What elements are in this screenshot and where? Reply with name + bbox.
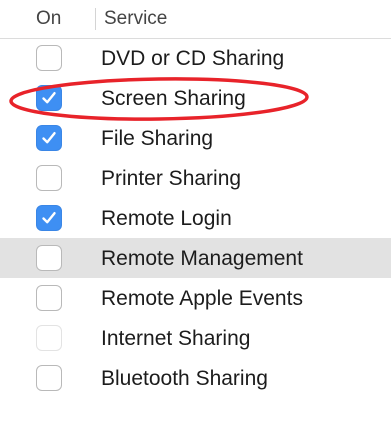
- checkbox[interactable]: [36, 285, 62, 311]
- service-label: Screen Sharing: [101, 87, 246, 110]
- list-item[interactable]: Remote Login: [0, 198, 391, 238]
- service-label: File Sharing: [101, 127, 214, 150]
- checkbox[interactable]: [36, 245, 62, 271]
- column-header-service[interactable]: Service: [104, 8, 167, 30]
- list-item[interactable]: Bluetooth Sharing: [0, 358, 391, 398]
- list-item[interactable]: Printer Sharing: [0, 158, 391, 198]
- service-label: Remote Apple Events: [101, 287, 303, 310]
- list-item[interactable]: Internet Sharing: [0, 318, 391, 358]
- service-label: Remote Login: [101, 207, 232, 230]
- service-label: Remote Management: [101, 247, 303, 270]
- checkbox-checked[interactable]: [36, 85, 62, 111]
- list-item[interactable]: Remote Management: [0, 238, 391, 278]
- service-label: Bluetooth Sharing: [101, 367, 268, 390]
- checkmark-icon: [42, 132, 56, 144]
- column-header-on[interactable]: On: [36, 8, 61, 30]
- service-label: Printer Sharing: [101, 167, 242, 190]
- services-list: DVD or CD Sharing Screen Sharing File Shar…: [0, 38, 391, 398]
- checkmark-icon: [42, 92, 56, 104]
- checkbox-checked[interactable]: [36, 205, 62, 231]
- checkbox[interactable]: [36, 45, 62, 71]
- checkbox: [36, 325, 62, 351]
- column-divider: [95, 8, 96, 30]
- service-label: Internet Sharing: [101, 327, 251, 350]
- table-header: On Service: [0, 0, 391, 39]
- list-item[interactable]: Screen Sharing: [0, 78, 391, 118]
- checkbox-checked[interactable]: [36, 125, 62, 151]
- list-item[interactable]: Remote Apple Events: [0, 278, 391, 318]
- list-item[interactable]: File Sharing: [0, 118, 391, 158]
- checkmark-icon: [42, 212, 56, 224]
- checkbox[interactable]: [36, 365, 62, 391]
- checkbox[interactable]: [36, 165, 62, 191]
- list-item[interactable]: DVD or CD Sharing: [0, 38, 391, 78]
- service-label: DVD or CD Sharing: [101, 47, 285, 70]
